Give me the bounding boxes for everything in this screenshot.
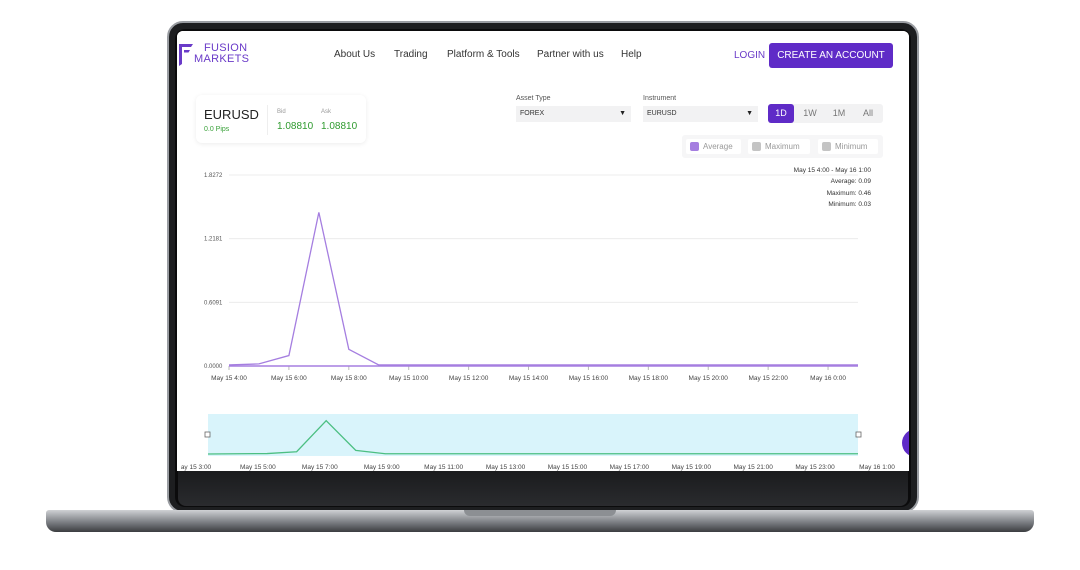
instrument-label: Instrument	[643, 95, 677, 102]
asset-type-select[interactable]: FOREX ▼	[516, 106, 631, 122]
create-account-button[interactable]: CREATE AN ACCOUNT	[769, 43, 893, 68]
quote-card: EURUSD 0.0 Pips Bid 1.08810 Ask 1.08810	[196, 95, 366, 143]
ask-label: Ask	[321, 109, 332, 115]
series-toggles: Average Maximum Minimum	[682, 135, 883, 158]
x-tick-label: May 16 0:00	[810, 375, 846, 382]
maximum-swatch	[752, 142, 761, 151]
navigator-tick-label: May 15 11:00	[424, 464, 463, 471]
navigator-tick-label: May 16 1:00	[859, 464, 895, 471]
price-spread-chart[interactable]: 0.0000 0.6091 1.2181 1.8272 May 15 4:00 May 1…	[177, 161, 909, 391]
navigator-tick-label: May 15 13:00	[486, 464, 526, 471]
range-1d-button[interactable]: 1D	[768, 104, 794, 123]
toggle-average-label: Average	[703, 142, 733, 151]
navigator-tick-label: May 15 7:00	[302, 464, 338, 471]
ask-value: 1.08810	[321, 121, 358, 132]
logo-text-line2: MARKETS	[194, 53, 250, 65]
instrument-value: EURUSD	[647, 110, 677, 117]
asset-type-label: Asset Type	[516, 95, 551, 102]
nav-about-us[interactable]: About Us	[334, 49, 375, 60]
range-1m-button[interactable]: 1M	[826, 104, 852, 123]
site-header: FUSION MARKETS About Us Trading Platform…	[177, 31, 909, 81]
login-link[interactable]: LOGIN	[734, 50, 765, 61]
x-tick-label: May 15 16:00	[569, 375, 609, 382]
laptop-mockup: FUSION MARKETS About Us Trading Platform…	[0, 0, 1080, 570]
toggle-maximum-label: Maximum	[765, 142, 800, 151]
navigator-tick-label: May 15 21:00	[733, 464, 773, 471]
chart-navigator[interactable]: ay 15 3:00 May 15 5:00 May 15 7:00 May 15 9…	[177, 409, 909, 471]
website-screen: FUSION MARKETS About Us Trading Platform…	[177, 31, 909, 471]
laptop-notch	[464, 510, 616, 516]
instrument-symbol: EURUSD	[204, 107, 259, 122]
bid-value: 1.08810	[277, 121, 314, 132]
y-tick-label: 0.6091	[204, 300, 223, 306]
x-tick-label: May 15 6:00	[271, 375, 307, 382]
quote-divider	[267, 105, 268, 135]
navigator-tick-label: May 15 19:00	[672, 464, 712, 471]
screen-bezel-bottom	[178, 470, 908, 506]
navigator-left-handle	[204, 431, 211, 438]
range-1w-button[interactable]: 1W	[797, 104, 823, 123]
y-tick-label: 1.8272	[204, 173, 223, 179]
x-tick-label: May 15 18:00	[629, 375, 669, 382]
time-range-group: 1D 1W 1M All	[768, 104, 883, 123]
x-tick-label: May 15 20:00	[689, 375, 729, 382]
y-tick-label: 0.0000	[204, 364, 223, 370]
chevron-down-icon: ▼	[746, 110, 753, 117]
navigator-tick-label: ay 15 3:00	[181, 464, 212, 471]
spread-pips: 0.0 Pips	[204, 126, 230, 133]
x-tick-label: May 15 12:00	[449, 375, 489, 382]
x-tick-label: May 15 14:00	[509, 375, 549, 382]
x-tick-label: May 15 10:00	[389, 375, 429, 382]
average-swatch	[690, 142, 699, 151]
fusion-markets-logo[interactable]: FUSION MARKETS	[178, 41, 250, 69]
toggle-minimum-label: Minimum	[835, 142, 868, 151]
navigator-tick-label: May 15 9:00	[364, 464, 400, 471]
navigator-tick-label: May 15 17:00	[610, 464, 650, 471]
navigator-tick-label: May 15 5:00	[240, 464, 276, 471]
x-tick-label: May 15 4:00	[211, 375, 247, 382]
nav-platform-tools[interactable]: Platform & Tools	[447, 49, 520, 60]
range-all-button[interactable]: All	[855, 104, 881, 123]
bid-label: Bid	[277, 109, 286, 115]
toggle-maximum[interactable]: Maximum	[748, 139, 810, 154]
minimum-swatch	[822, 142, 831, 151]
nav-help[interactable]: Help	[621, 49, 642, 60]
navigator-right-handle	[855, 431, 862, 438]
x-tick-label: May 15 8:00	[331, 375, 367, 382]
navigator-tick-label: May 15 15:00	[548, 464, 588, 471]
x-tick-label: May 15 22:00	[748, 375, 788, 382]
asset-type-value: FOREX	[520, 110, 545, 117]
navigator-selection	[208, 414, 858, 456]
y-tick-label: 1.2181	[204, 237, 223, 243]
nav-trading[interactable]: Trading	[394, 49, 428, 60]
nav-partner[interactable]: Partner with us	[537, 49, 604, 60]
toggle-average[interactable]: Average	[686, 139, 741, 154]
toggle-minimum[interactable]: Minimum	[818, 139, 878, 154]
chevron-down-icon: ▼	[619, 110, 626, 117]
average-series-line	[228, 212, 858, 366]
instrument-select[interactable]: EURUSD ▼	[643, 106, 758, 122]
navigator-tick-label: May 15 23:00	[795, 464, 835, 471]
